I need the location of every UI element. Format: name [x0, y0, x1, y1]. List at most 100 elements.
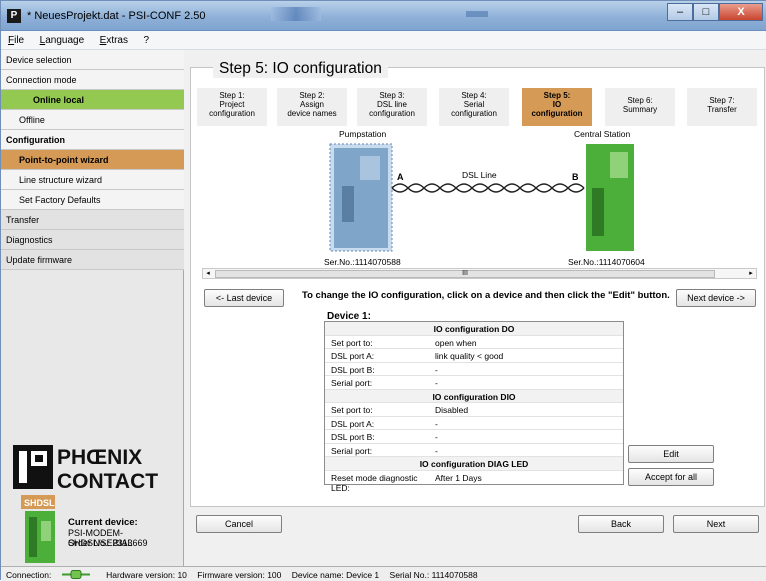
menu-extras[interactable]: Extras: [93, 31, 134, 46]
table-row[interactable]: Set port to: open when: [325, 336, 623, 349]
connection-status-icon: [61, 570, 90, 579]
sidebar-item-diagnostics[interactable]: Diagnostics: [1, 230, 184, 250]
connection-diagram: Pumpstation A B DSL Line Central Station…: [324, 129, 645, 267]
table-row[interactable]: Serial port: -: [325, 376, 623, 390]
firmware-version: Firmware version: 100: [197, 570, 282, 580]
table-row[interactable]: DSL port B: -: [325, 430, 623, 444]
titlebar-decoration: [466, 11, 488, 17]
edit-button[interactable]: Edit: [628, 445, 714, 463]
row-key: DSL port A:: [331, 351, 375, 361]
row-key: Set port to:: [331, 405, 373, 415]
row-value: link quality < good: [435, 351, 504, 361]
last-device-button[interactable]: <- Last device: [204, 289, 284, 307]
sidebar-item-configuration[interactable]: Configuration: [1, 130, 184, 150]
sidebar-item-point-to-point-wizard[interactable]: Point-to-point wizard: [1, 150, 184, 170]
page-title: Step 5: IO configuration: [213, 60, 388, 78]
row-key: DSL port A:: [331, 418, 375, 429]
scroll-left-icon[interactable]: ◂: [203, 269, 213, 279]
sidebar: Device selection Connection mode Online …: [1, 50, 184, 566]
current-device-panel: SHDSL Current device: PSI-MODEM-SHDSL/SE…: [13, 495, 183, 565]
scrollbar-thumb[interactable]: III: [215, 270, 715, 278]
wizard-step-7[interactable]: Step 7: Transfer: [687, 88, 757, 126]
row-key: DSL port B:: [331, 432, 375, 442]
sidebar-item-device-selection[interactable]: Device selection: [1, 50, 184, 70]
row-value: Disabled: [435, 405, 469, 415]
table-row[interactable]: DSL port A: link quality < good: [325, 349, 623, 363]
row-key: Serial port:: [331, 445, 373, 456]
title-bar[interactable]: P * NeuesProjekt.dat - PSI-CONF 2.50 – □…: [1, 1, 766, 31]
section-header-text: IO configuration DIAG LED: [419, 459, 529, 469]
table-section-header: IO configuration DIAG LED: [325, 457, 623, 471]
svg-text:CONTACT: CONTACT: [57, 470, 158, 493]
table-row[interactable]: Reset mode diagnostic LED: After 1 Days: [325, 471, 623, 493]
right-device-title: Central Station: [574, 129, 630, 139]
next-device-button[interactable]: Next device ->: [676, 289, 756, 307]
svg-text:SHDSL: SHDSL: [24, 498, 55, 508]
row-key: Serial port:: [331, 378, 373, 388]
sidebar-item-update-firmware[interactable]: Update firmware: [1, 250, 184, 270]
hardware-version: Hardware version: 10: [106, 570, 187, 580]
row-value: -: [435, 432, 438, 442]
right-serial-number: Ser.No.:1114070604: [568, 257, 645, 267]
next-button[interactable]: Next: [673, 515, 759, 533]
main-panel: Step 5: IO configuration Step 1: Project c…: [187, 50, 766, 566]
app-icon: P: [7, 9, 21, 23]
dsl-line-label: DSL Line: [462, 170, 497, 180]
row-value: -: [435, 378, 438, 388]
table-section-header: IO configuration DO: [325, 322, 623, 336]
current-device-order-number: Order No.: 2313669: [68, 538, 148, 548]
app-window: P * NeuesProjekt.dat - PSI-CONF 2.50 – □…: [0, 0, 766, 581]
row-key: Reset mode diagnostic LED:: [331, 472, 418, 493]
section-header-text: IO configuration DO: [433, 324, 515, 334]
row-key: DSL port B:: [331, 364, 375, 375]
row-value: -: [435, 418, 438, 429]
wizard-step-1[interactable]: Step 1: Project configuration: [197, 88, 267, 126]
port-a-label: A: [397, 172, 404, 182]
accept-for-all-button[interactable]: Accept for all: [628, 468, 714, 486]
serial-number-status: Serial No.: 1114070588: [389, 570, 478, 580]
row-value: -: [435, 364, 438, 375]
table-section-header: IO configuration DIO: [325, 389, 623, 403]
menu-language[interactable]: Language: [33, 31, 91, 46]
scroll-right-icon[interactable]: ▸: [746, 269, 756, 279]
wizard-step-5[interactable]: Step 5: IO configuration: [522, 88, 592, 126]
phoenix-contact-logo: PHŒNIX CONTACT: [13, 445, 158, 493]
wizard-step-3[interactable]: Step 3: DSL line configuration: [357, 88, 427, 126]
svg-text:PHŒNIX: PHŒNIX: [57, 446, 142, 469]
device-name-status: Device name: Device 1: [291, 570, 380, 580]
sidebar-item-offline[interactable]: Offline: [1, 110, 184, 130]
table-row[interactable]: Serial port: -: [325, 444, 623, 457]
wizard-step-6[interactable]: Step 6: Summary: [605, 88, 675, 126]
wizard-step-2[interactable]: Step 2: Assign device names: [277, 88, 347, 126]
table-row[interactable]: DSL port B: -: [325, 363, 623, 376]
io-configuration-table: IO configuration DO Set port to: open when…: [324, 321, 624, 493]
titlebar-decoration: [271, 7, 321, 21]
sidebar-item-online-local[interactable]: Online local: [1, 90, 184, 110]
connection-label: Connection:: [6, 570, 52, 580]
sidebar-item-transfer[interactable]: Transfer: [1, 210, 184, 230]
back-button[interactable]: Back: [578, 515, 664, 533]
diagram-horizontal-scrollbar[interactable]: ◂ III ▸: [202, 268, 757, 279]
window-title: * NeuesProjekt.dat - PSI-CONF 2.50: [27, 10, 206, 22]
left-device-title: Pumpstation: [339, 129, 387, 139]
menu-bar: File Language Extras ?: [1, 31, 766, 50]
sidebar-item-set-factory-defaults[interactable]: Set Factory Defaults: [1, 190, 184, 210]
close-button[interactable]: X: [719, 3, 763, 21]
sidebar-item-connection-mode[interactable]: Connection mode: [1, 70, 184, 90]
menu-help[interactable]: ?: [137, 31, 156, 46]
row-value: -: [435, 445, 438, 456]
status-bar: Connection: Hardware version: 10 Firmwar…: [1, 566, 766, 581]
maximize-button[interactable]: □: [693, 3, 719, 21]
instruction-text: To change the IO configuration, click on…: [302, 290, 670, 301]
left-serial-number: Ser.No.:1114070588: [324, 257, 401, 267]
sidebar-item-line-structure-wizard[interactable]: Line structure wizard: [1, 170, 184, 190]
cancel-button[interactable]: Cancel: [196, 515, 282, 533]
row-value: After 1 Days: [435, 472, 482, 483]
minimize-button[interactable]: –: [667, 3, 693, 21]
wizard-step-4[interactable]: Step 4: Serial configuration: [439, 88, 509, 126]
table-row[interactable]: DSL port A: -: [325, 417, 623, 430]
row-key: Set port to:: [331, 337, 373, 348]
menu-file[interactable]: File: [1, 31, 30, 46]
table-row[interactable]: Set port to: Disabled: [325, 403, 623, 417]
section-header-text: IO configuration DIO: [432, 391, 516, 402]
